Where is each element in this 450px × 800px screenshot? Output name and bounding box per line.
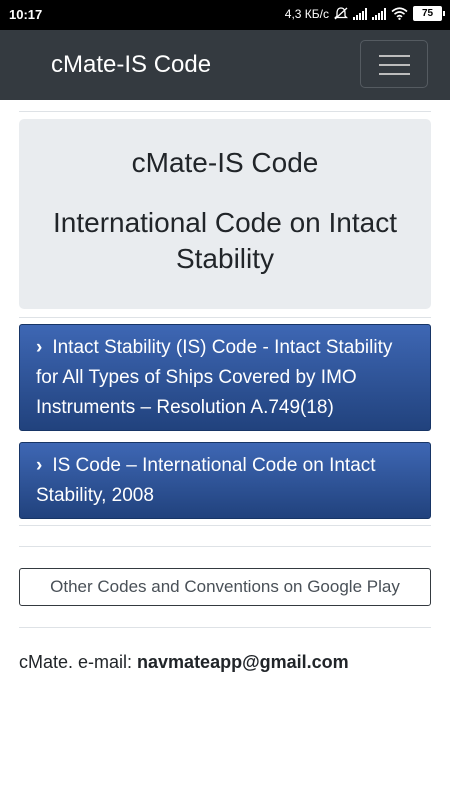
- menu-toggle-button[interactable]: [360, 40, 428, 88]
- hamburger-menu-icon: [379, 64, 410, 66]
- jumbotron-title: cMate-IS Code: [131, 147, 319, 178]
- hamburger-menu-icon: [379, 55, 410, 57]
- mute-icon: [334, 7, 348, 20]
- divider: [19, 627, 431, 628]
- section-button-label: IS Code – International Code on Intact S…: [36, 455, 376, 506]
- footer-contact: cMate. e-mail: navmateapp@gmail.com: [19, 652, 349, 673]
- status-icons: 4,3 КБ/с 75: [284, 6, 445, 21]
- other-codes-button[interactable]: Other Codes and Conventions on Google Pl…: [19, 568, 431, 606]
- hamburger-menu-icon: [379, 73, 410, 75]
- footer-prefix: cMate. e-mail:: [19, 652, 138, 672]
- jumbotron-subtitle: International Code on Intact Stability: [52, 207, 397, 274]
- status-time: 10:17: [9, 7, 43, 22]
- signal-icon: [372, 7, 386, 20]
- section-button-label: Intact Stability (IS) Code - Intact Stab…: [36, 337, 393, 418]
- email-link[interactable]: navmateapp@gmail.com: [137, 652, 349, 672]
- wifi-icon: [391, 7, 408, 20]
- battery-icon: 75: [413, 6, 445, 21]
- signal-icon: [353, 7, 367, 20]
- section-button-is-code-a749[interactable]: › Intact Stability (IS) Code - Intact Sta…: [19, 324, 431, 431]
- chevron-right-icon: ›: [36, 337, 43, 358]
- divider: [19, 317, 431, 318]
- chevron-right-icon: ›: [36, 455, 43, 476]
- navbar: cMate-IS Code: [0, 30, 450, 100]
- network-speed: 4,3 КБ/с: [284, 6, 329, 21]
- section-button-is-code-2008[interactable]: › IS Code – International Code on Intact …: [19, 442, 431, 519]
- divider: [19, 525, 431, 526]
- divider: [19, 111, 431, 112]
- status-bar: 10:17 4,3 КБ/с 75: [0, 0, 450, 30]
- divider: [19, 546, 431, 547]
- navbar-brand[interactable]: cMate-IS Code: [51, 51, 211, 79]
- jumbotron: cMate-IS Code International Code on Inta…: [19, 119, 431, 309]
